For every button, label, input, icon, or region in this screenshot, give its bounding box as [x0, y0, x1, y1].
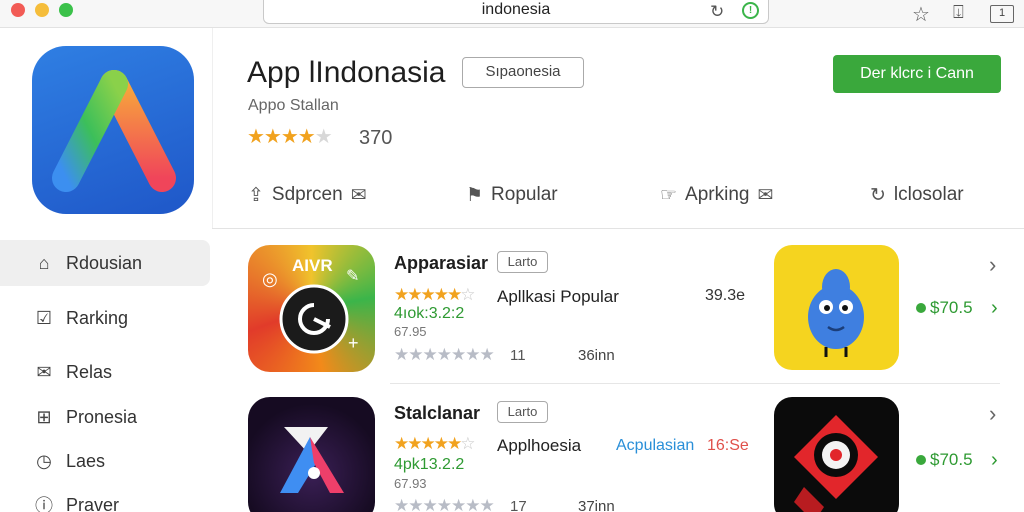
app-logo-icon	[32, 46, 194, 214]
row-price[interactable]: $70.5	[916, 298, 973, 318]
price-dot-icon	[916, 303, 926, 313]
sidebar-item-label: Rdousian	[66, 252, 143, 273]
sidebar-item-label: Rarking	[66, 307, 129, 328]
sidebar-item-rdousian[interactable]: ⌂ Rdousian	[0, 240, 210, 286]
tab-label: lclosolar	[893, 184, 964, 205]
share-icon: ⇪	[248, 184, 264, 206]
row-grey-count: 17	[510, 498, 527, 512]
row-blue-text: Acpulasian	[616, 437, 695, 454]
chevron-right-green-icon[interactable]: ›	[991, 297, 998, 320]
tabs-count-icon[interactable]: 1	[990, 5, 1014, 23]
tab-label: Aprking	[685, 184, 750, 205]
thumbnail-logo-icon[interactable]	[774, 397, 899, 512]
mail-icon: ✉	[757, 184, 774, 206]
sidebar-item-label: Laes	[66, 450, 106, 471]
download-button[interactable]: Der klcrc i Cann	[833, 55, 1001, 93]
rating-stars: ★★★★★	[247, 126, 333, 148]
address-bar[interactable]: indonesia ↻ !	[263, 0, 769, 24]
row-subtitle: Applhoesia	[497, 436, 582, 455]
edit-icon: ☑	[35, 307, 53, 328]
minimize-window-button[interactable]	[35, 3, 49, 17]
browser-titlebar: indonesia ↻ ! ☆ ⍗ 1	[0, 0, 1024, 28]
svg-text:◎: ◎	[262, 269, 278, 289]
mail-icon: ✉	[350, 184, 367, 206]
row-price[interactable]: $70.5	[916, 450, 973, 470]
secure-icon[interactable]: !	[742, 2, 759, 19]
refresh-icon: ↻	[870, 184, 886, 206]
tab-sdprcen[interactable]: ⇪ Sdprcen ✉	[248, 182, 367, 208]
close-window-button[interactable]	[11, 3, 25, 17]
header-divider	[212, 28, 213, 228]
language-button[interactable]: Sıpaonesia	[462, 57, 584, 88]
grid-icon: ⊞	[36, 406, 52, 427]
mail-icon: ✉	[36, 361, 52, 382]
sidebar-item-label: Relas	[66, 361, 113, 382]
chevron-right-green-icon[interactable]: ›	[991, 449, 998, 472]
rating-count: 370	[359, 127, 393, 149]
tab-label: Sdprcen	[271, 184, 343, 205]
row-green-text: 4ıok:3.2:2	[394, 305, 465, 322]
reload-icon[interactable]: ↻	[710, 2, 724, 22]
svg-text:+: +	[348, 333, 359, 353]
icon-text: AIVR	[292, 256, 333, 275]
row-title[interactable]: Stalclanar	[394, 403, 480, 424]
tabs-divider	[212, 228, 1024, 229]
app-icon-apparasiar[interactable]: AIVR ◎ ✎ +	[248, 245, 375, 372]
app-icon-stalclanar[interactable]	[248, 397, 375, 512]
row-size: 36inn	[578, 347, 615, 364]
row-grey-count: 11	[510, 347, 526, 364]
sidebar-item-pronesia[interactable]: ⊞ Pronesia	[0, 394, 210, 440]
svg-text:✎: ✎	[346, 268, 359, 285]
row-title[interactable]: Apparasiar	[394, 253, 488, 274]
row-grey-stars: ★★★★★★★	[394, 345, 495, 364]
row-size: 37inn	[578, 498, 615, 512]
row-red-text: 16:Se	[707, 437, 749, 454]
clock-icon: ◷	[36, 450, 52, 471]
sidebar-item-laes[interactable]: ◷ Laes	[0, 438, 210, 484]
row-badge: Larto	[497, 251, 548, 273]
tab-aprking[interactable]: ☞ Aprking ✉	[660, 182, 773, 208]
thumbnail-monster-icon[interactable]	[774, 245, 899, 370]
chevron-right-icon[interactable]: ›	[989, 401, 996, 427]
row-stars: ★★★★★☆	[394, 434, 475, 453]
bookmark-star-icon[interactable]: ☆	[912, 2, 930, 27]
share-icon[interactable]: ⍗	[953, 2, 964, 23]
address-text: indonesia	[481, 1, 551, 18]
row-stars: ★★★★★☆	[394, 285, 475, 304]
tab-lclosolar[interactable]: ↻ lclosolar	[870, 182, 964, 208]
price-label: $70.5	[930, 298, 973, 317]
row-subtitle: Apllkasi Popular	[497, 287, 619, 306]
tab-label: Ropular	[491, 184, 558, 205]
home-icon: ⌂	[38, 252, 50, 273]
row-number: 39.3e	[705, 287, 746, 304]
row-green-text: 4pk13.2.2	[394, 456, 465, 473]
row-badge: Larto	[497, 401, 548, 423]
row-small-text: 67.95	[394, 324, 427, 339]
sidebar-item-praver[interactable]: ⓘ Praver	[0, 482, 210, 512]
sidebar-item-label: Praver	[66, 494, 120, 512]
app-title: App lIndonasia	[247, 56, 446, 89]
price-label: $70.5	[930, 450, 973, 469]
chevron-right-icon[interactable]: ›	[989, 252, 996, 278]
flag-icon: ⚑	[466, 184, 484, 206]
row-divider	[390, 383, 1000, 384]
tab-ropular[interactable]: ⚑ Ropular	[466, 182, 558, 208]
sidebar-item-relas[interactable]: ✉ Relas	[0, 349, 210, 395]
maximize-window-button[interactable]	[59, 3, 73, 17]
developer-name[interactable]: Appo Stallan	[248, 97, 339, 115]
sidebar-item-rarking[interactable]: ☑ Rarking	[0, 295, 210, 341]
sidebar-item-label: Pronesia	[66, 406, 138, 427]
pointer-icon: ☞	[660, 184, 678, 206]
row-small-text: 67.93	[394, 476, 427, 491]
price-dot-icon	[916, 455, 926, 465]
row-grey-stars: ★★★★★★★	[394, 496, 495, 512]
info-icon: ⓘ	[35, 496, 53, 512]
